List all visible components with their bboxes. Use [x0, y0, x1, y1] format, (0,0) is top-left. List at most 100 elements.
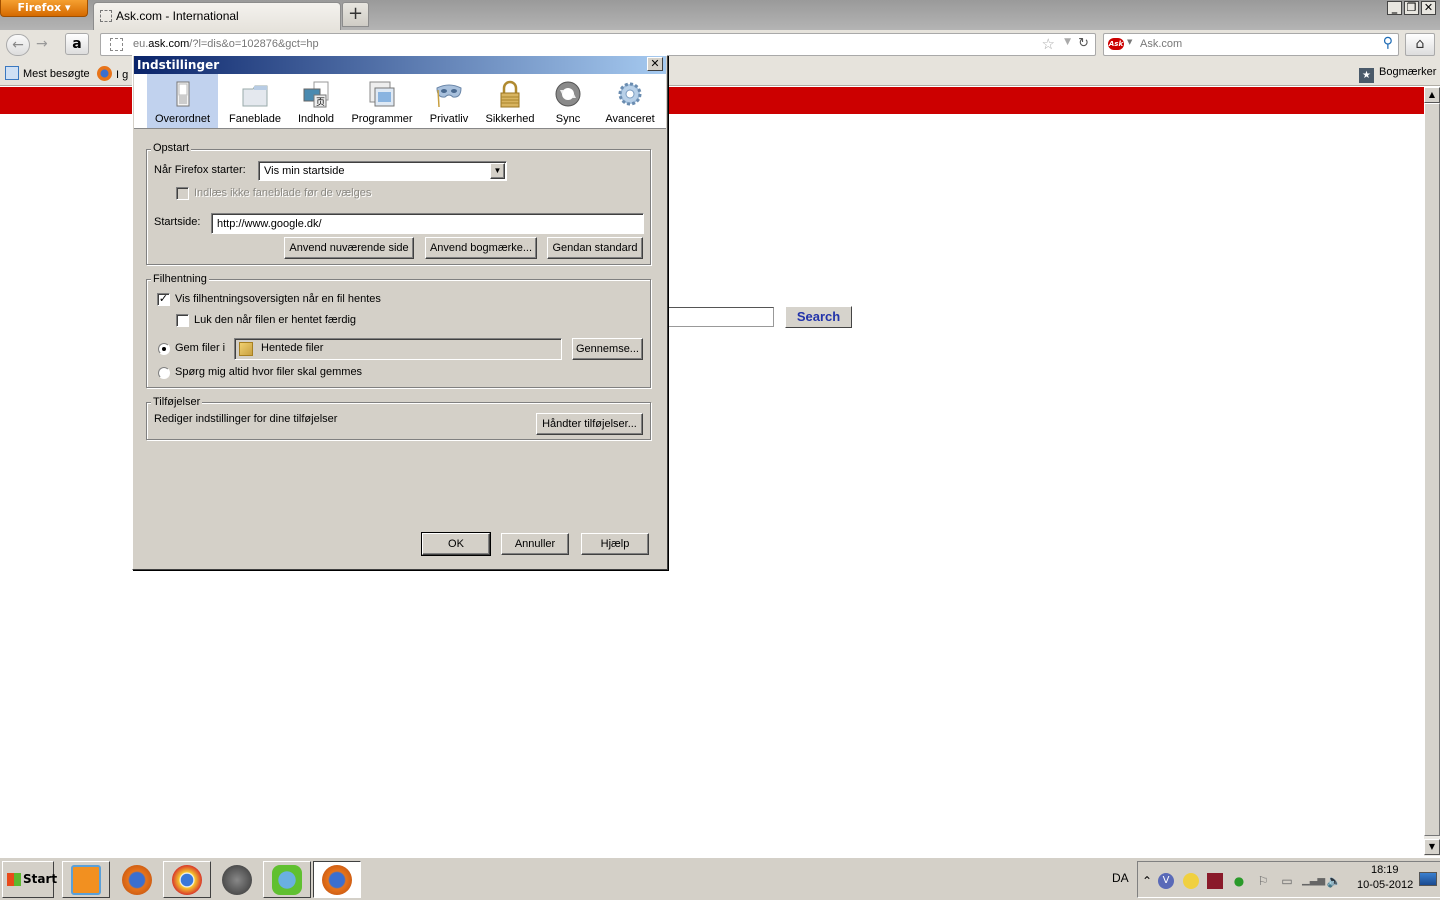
addons-legend: Tilføjelser [151, 396, 203, 408]
reload-icon[interactable]: ↻ [1078, 36, 1089, 51]
home-button[interactable]: ⌂ [1405, 33, 1435, 56]
pane-faneblade[interactable]: Faneblade [222, 74, 288, 128]
always-ask-label: Spørg mig altid hvor filer skal gemmes [175, 366, 363, 378]
search-page-icon [5, 66, 19, 80]
minimize-button[interactable]: _ [1387, 1, 1402, 15]
startup-legend: Opstart [151, 142, 192, 154]
sync-icon [555, 81, 581, 107]
search-bar[interactable]: Ask ▼ Ask.com ⚲ [1103, 33, 1399, 56]
ok-button[interactable]: OK [421, 532, 491, 556]
dialog-title: Indstillinger [134, 56, 666, 74]
vpn-icon[interactable]: V [1158, 873, 1174, 889]
switch-icon [176, 81, 189, 107]
forward-button[interactable]: → [36, 36, 48, 52]
restore-default-button[interactable]: Gendan standard [547, 237, 643, 259]
downloads-folder-icon [239, 342, 253, 356]
scroll-down-button[interactable]: ▼ [1424, 839, 1440, 855]
pane-sikkerhed[interactable]: Sikkerhed [481, 74, 539, 128]
pane-privatliv[interactable]: Privatliv [423, 74, 475, 128]
firefox-icon [322, 864, 352, 895]
back-button[interactable]: ← [6, 34, 30, 56]
power-icon[interactable]: ▭ [1279, 873, 1295, 889]
downloads-legend: Filhentning [151, 273, 209, 285]
home-icon: ⌂ [1415, 36, 1425, 52]
save-to-label: Gem filer i [175, 342, 226, 354]
usb-device-icon[interactable]: ● [1231, 873, 1247, 889]
search-icon[interactable]: ⚲ [1383, 35, 1393, 51]
show-downloads-checkbox[interactable]: ✓ [157, 293, 170, 306]
bookmark-most-visited[interactable]: Mest besøgte [5, 66, 90, 80]
volume-icon[interactable]: 🔈 [1326, 873, 1342, 889]
new-tab-button[interactable]: + [342, 2, 369, 27]
pane-sync[interactable]: Sync [545, 74, 591, 128]
network-signal-icon[interactable]: ▁▃▅ [1302, 873, 1325, 889]
page-search-button[interactable]: Search [785, 306, 852, 328]
chrome-icon [172, 864, 202, 895]
page-search-input[interactable] [668, 307, 774, 327]
save-to-radio[interactable] [158, 343, 170, 355]
always-ask-radio[interactable] [158, 367, 170, 379]
close-icon: ✕ [650, 57, 660, 70]
bookmark-getting-started[interactable]: I g [97, 66, 128, 81]
phone-icon[interactable] [1183, 873, 1199, 889]
pane-indhold[interactable]: 页 Indhold [292, 74, 340, 128]
tab-ask[interactable]: Ask.com - International [93, 2, 341, 30]
scroll-up-button[interactable]: ▲ [1424, 87, 1440, 103]
taskbar-app-firefox-active[interactable] [313, 861, 361, 898]
search-input[interactable]: Ask.com [1140, 38, 1182, 50]
clock-date[interactable]: 10-05-2012 [1357, 879, 1413, 891]
page-icon [100, 10, 112, 22]
show-downloads-label: Vis filhentningsoversigten når en fil he… [175, 293, 381, 305]
manage-addons-button[interactable]: Håndter tilføjelser... [536, 413, 643, 435]
close-when-done-checkbox[interactable] [176, 314, 189, 327]
taskbar-app-firefox[interactable] [113, 861, 161, 898]
taskbar-app-chrome[interactable] [163, 861, 211, 898]
use-current-page-button[interactable]: Anvend nuværende side [284, 237, 414, 259]
start-button[interactable]: Start [2, 861, 57, 898]
scrollbar-thumb[interactable] [1424, 103, 1440, 836]
mask-icon [436, 84, 462, 108]
use-bookmark-button[interactable]: Anvend bogmærke... [425, 237, 537, 259]
show-hidden-icons[interactable]: ⌃ [1139, 873, 1155, 889]
windows-logo-icon [7, 873, 21, 886]
media-center-icon [71, 864, 101, 895]
firefox-menu-button[interactable]: Firefox ▾ [0, 0, 88, 17]
bookmarks-menu-button[interactable]: ★ Bogmærker [1359, 66, 1436, 83]
show-desktop-icon[interactable] [1419, 872, 1437, 886]
pane-overordnet[interactable]: Overordnet [147, 74, 218, 128]
restore-button[interactable]: ❐ [1404, 1, 1419, 15]
pane-avanceret[interactable]: Avanceret [600, 74, 660, 128]
arrow-down-icon: ▼ [1428, 842, 1436, 851]
homepage-input[interactable] [211, 213, 644, 234]
taskbar-app-media-center[interactable] [62, 861, 110, 898]
taskbar-app-media-player[interactable] [213, 861, 261, 898]
amazon-button[interactable]: a [65, 33, 89, 55]
preferences-pane-toolbar: Overordnet Faneblade 页 Indhold Programme… [134, 74, 666, 129]
dialog-close-button[interactable]: ✕ [647, 57, 663, 71]
engine-dropdown-icon[interactable]: ▼ [1127, 38, 1132, 46]
when-starts-select[interactable]: Vis min startside ▼ [258, 161, 507, 181]
pane-programmer[interactable]: Programmer [347, 74, 417, 128]
dont-load-tabs-checkbox[interactable] [176, 187, 189, 200]
url-text: eu.ask.com/?l=dis&o=102876&gct=hp [133, 38, 319, 50]
clock-time[interactable]: 18:19 [1371, 864, 1399, 876]
chevron-down-icon[interactable]: ▼ [490, 163, 505, 179]
browse-button[interactable]: Gennemse... [572, 338, 643, 360]
help-button[interactable]: Hjælp [581, 533, 649, 555]
taskbar-app-messenger[interactable] [263, 861, 311, 898]
grid-app-icon[interactable] [1207, 873, 1223, 889]
back-arrow-icon: ← [12, 37, 24, 53]
cancel-button[interactable]: Annuller [501, 533, 569, 555]
close-window-button[interactable]: ✕ [1421, 1, 1436, 15]
dont-load-tabs-label: Indlæs ikke faneblade før de vælges [194, 187, 372, 199]
firefox-icon [122, 864, 152, 895]
bookmark-star-icon[interactable]: ☆ [1042, 35, 1055, 53]
tab-title: Ask.com - International [116, 9, 239, 23]
language-indicator[interactable]: DA [1112, 871, 1129, 885]
ask-logo-icon[interactable]: Ask [1108, 38, 1124, 50]
play-icon [222, 864, 252, 895]
action-center-flag-icon[interactable]: ⚐ [1255, 873, 1271, 889]
history-dropdown-icon[interactable]: ▼ [1064, 37, 1071, 47]
url-bar[interactable]: eu.ask.com/?l=dis&o=102876&gct=hp ☆ ▼ ↻ [100, 33, 1096, 56]
gear-icon [618, 82, 642, 106]
